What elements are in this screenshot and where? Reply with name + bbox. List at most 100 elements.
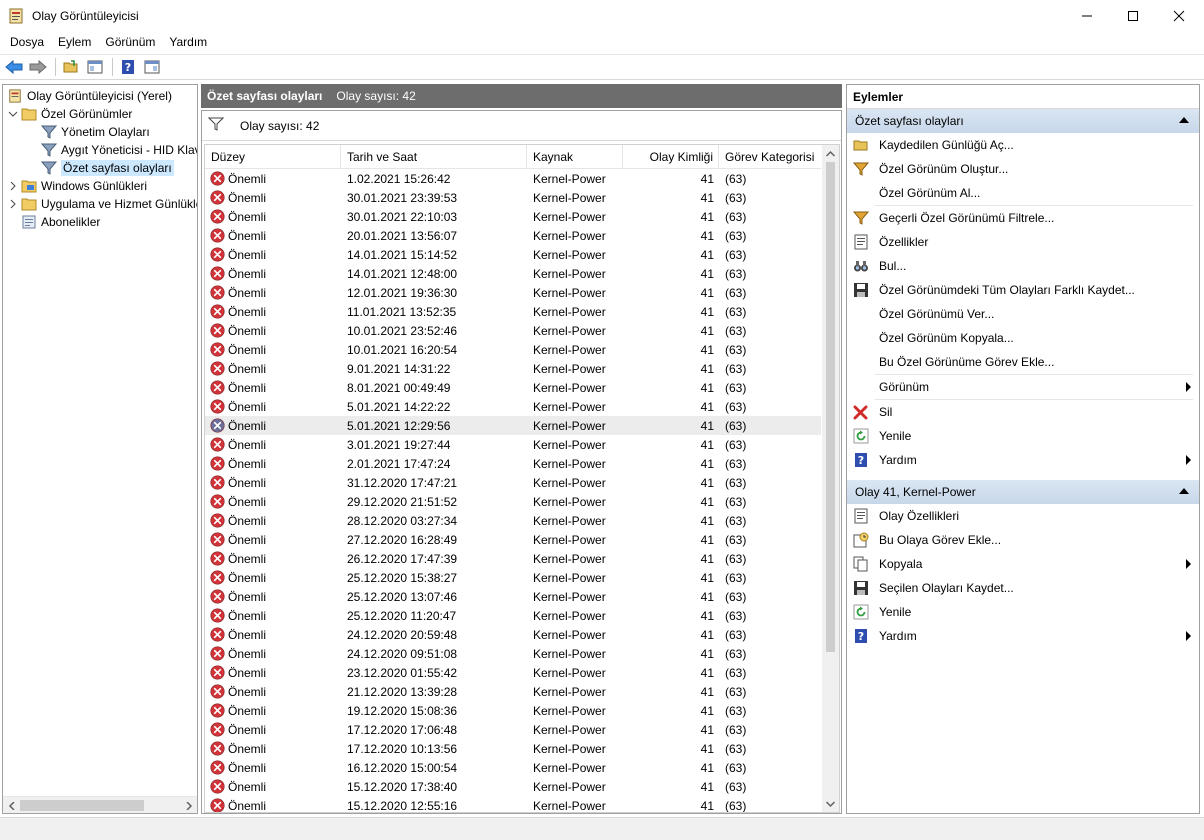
- column-header-level[interactable]: Düzey: [205, 145, 341, 169]
- tree-item-app-service-logs[interactable]: Uygulama ve Hizmet Günlükleri: [7, 195, 197, 213]
- action-ozel-gorunumu-ver[interactable]: Özel Görünümü Ver...: [847, 302, 1199, 326]
- chevron-right-icon[interactable]: [7, 198, 19, 210]
- table-row[interactable]: Önemli 23.12.2020 01:55:42 Kernel-Power 41 (…: [205, 663, 821, 682]
- action-bu-olaya-gorev-ekle[interactable]: Bu Olaya Görev Ekle...: [847, 528, 1199, 552]
- action-bul[interactable]: Bul...: [847, 254, 1199, 278]
- back-button[interactable]: [3, 56, 25, 78]
- table-row[interactable]: Önemli 30.01.2021 22:10:03 Kernel-Power 41 (…: [205, 207, 821, 226]
- action-label: Yardım: [879, 453, 917, 467]
- action-kaydedilen-gunlugu-ac[interactable]: Kaydedilen Günlüğü Aç...: [847, 133, 1199, 157]
- table-row[interactable]: Önemli 1.02.2021 15:26:42 Kernel-Power 41 (6…: [205, 169, 821, 188]
- table-row[interactable]: Önemli 30.01.2021 23:39:53 Kernel-Power 41 (…: [205, 188, 821, 207]
- action-kopyala[interactable]: Kopyala: [847, 552, 1199, 576]
- scroll-down-icon[interactable]: [822, 795, 839, 812]
- table-row[interactable]: Önemli 17.12.2020 17:06:48 Kernel-Power 41 (…: [205, 720, 821, 739]
- menu-help[interactable]: Yardım: [162, 32, 214, 53]
- chevron-right-icon[interactable]: [7, 180, 19, 192]
- scroll-right-icon[interactable]: [180, 797, 197, 813]
- maximize-button[interactable]: [1110, 0, 1156, 32]
- action-ozel-gorunum-al[interactable]: Özel Görünüm Al...: [847, 181, 1199, 205]
- collapse-icon[interactable]: [1179, 117, 1189, 123]
- table-row[interactable]: Önemli 25.12.2020 11:20:47 Kernel-Power 41 (…: [205, 606, 821, 625]
- action-yenile[interactable]: Yenile: [847, 600, 1199, 624]
- action-secilen-olaylari-kaydet[interactable]: Seçilen Olayları Kaydet...: [847, 576, 1199, 600]
- tree-item-admin-events[interactable]: Yönetim Olayları: [41, 123, 150, 141]
- action-yardim[interactable]: ? Yardım: [847, 448, 1199, 472]
- error-icon: [210, 418, 225, 433]
- close-button[interactable]: [1156, 0, 1202, 32]
- help-button[interactable]: ?: [117, 56, 139, 78]
- column-header-task-category[interactable]: Görev Kategorisi: [719, 145, 821, 169]
- console-tree-button[interactable]: [84, 56, 106, 78]
- tree-horizontal-scrollbar[interactable]: [3, 796, 197, 813]
- table-row[interactable]: Önemli 5.01.2021 12:29:56 Kernel-Power 41 (6…: [205, 416, 821, 435]
- cell-event-id: 41: [700, 209, 714, 224]
- table-row[interactable]: Önemli 15.12.2020 17:38:40 Kernel-Power 41 (…: [205, 777, 821, 796]
- table-row[interactable]: Önemli 9.01.2021 14:31:22 Kernel-Power 41 (6…: [205, 359, 821, 378]
- action-ozel-gorunum-kopyala[interactable]: Özel Görünüm Kopyala...: [847, 326, 1199, 350]
- action-section-header[interactable]: Olay 41, Kernel-Power: [847, 480, 1199, 504]
- table-row[interactable]: Önemli 24.12.2020 09:51:08 Kernel-Power 41 (…: [205, 644, 821, 663]
- action-gecerli-ozel-gorunumu-filtrele[interactable]: Geçerli Özel Görünümü Filtrele...: [847, 206, 1199, 230]
- menu-action[interactable]: Eylem: [51, 32, 98, 53]
- table-row[interactable]: Önemli 11.01.2021 13:52:35 Kernel-Power 41 (…: [205, 302, 821, 321]
- action-pane-button[interactable]: [141, 56, 163, 78]
- tree-item-windows-logs[interactable]: Windows Günlükleri: [7, 177, 147, 195]
- action-ozellikler[interactable]: Özellikler: [847, 230, 1199, 254]
- table-row[interactable]: Önemli 3.01.2021 19:27:44 Kernel-Power 41 (6…: [205, 435, 821, 454]
- table-row[interactable]: Önemli 29.12.2020 21:51:52 Kernel-Power 41 (…: [205, 492, 821, 511]
- table-row[interactable]: Önemli 28.12.2020 03:27:34 Kernel-Power 41 (…: [205, 511, 821, 530]
- scroll-left-icon[interactable]: [3, 797, 20, 813]
- open-folder-button[interactable]: [60, 56, 82, 78]
- tree-item-event-viewer-local[interactable]: Olay Görüntüleyicisi (Yerel): [7, 87, 172, 105]
- action-ozel-gorunum-olustur[interactable]: Özel Görünüm Oluştur...: [847, 157, 1199, 181]
- table-row[interactable]: Önemli 20.01.2021 13:56:07 Kernel-Power 41 (…: [205, 226, 821, 245]
- menu-file[interactable]: Dosya: [3, 32, 51, 53]
- table-row[interactable]: Önemli 16.12.2020 15:00:54 Kernel-Power 41 (…: [205, 758, 821, 777]
- grid-vertical-scrollbar[interactable]: [822, 145, 839, 812]
- tree-item-label: Olay Görüntüleyicisi (Yerel): [27, 89, 172, 103]
- minimize-button[interactable]: [1064, 0, 1110, 32]
- cell-date: 1.02.2021 15:26:42: [347, 171, 451, 186]
- column-header-source[interactable]: Kaynak: [527, 145, 623, 169]
- chevron-down-icon[interactable]: [7, 108, 19, 120]
- table-row[interactable]: Önemli 19.12.2020 15:08:36 Kernel-Power 41 (…: [205, 701, 821, 720]
- tree-item-subscriptions[interactable]: Abonelikler: [21, 213, 100, 231]
- tree-item-summary-page-events[interactable]: Özet sayfası olayları: [41, 159, 174, 177]
- table-row[interactable]: Önemli 2.01.2021 17:47:24 Kernel-Power 41 (6…: [205, 454, 821, 473]
- action-section-header[interactable]: Özet sayfası olayları: [847, 109, 1199, 133]
- table-row[interactable]: Önemli 21.12.2020 13:39:28 Kernel-Power 41 (…: [205, 682, 821, 701]
- tree-item-custom-views[interactable]: Özel Görünümler: [7, 105, 132, 123]
- table-row[interactable]: Önemli 31.12.2020 17:47:21 Kernel-Power 41 (…: [205, 473, 821, 492]
- scrollbar-thumb[interactable]: [20, 800, 144, 811]
- action-bu-ozel-gorunume-gorev-ekle[interactable]: Bu Özel Görünüme Görev Ekle...: [847, 350, 1199, 374]
- table-row[interactable]: Önemli 24.12.2020 20:59:48 Kernel-Power 41 (…: [205, 625, 821, 644]
- scrollbar-thumb[interactable]: [826, 162, 835, 652]
- table-row[interactable]: Önemli 25.12.2020 15:38:27 Kernel-Power 41 (…: [205, 568, 821, 587]
- action-yardim[interactable]: ? Yardım: [847, 624, 1199, 648]
- collapse-icon[interactable]: [1179, 488, 1189, 494]
- column-header-date[interactable]: Tarih ve Saat: [341, 145, 527, 169]
- action-sil[interactable]: Sil: [847, 400, 1199, 424]
- menu-view[interactable]: Görünüm: [98, 32, 162, 53]
- table-row[interactable]: Önemli 14.01.2021 15:14:52 Kernel-Power 41 (…: [205, 245, 821, 264]
- action-ozel-gorunumdeki-tum-olaylari-farkli-kaydet[interactable]: Özel Görünümdeki Tüm Olayları Farklı Kay…: [847, 278, 1199, 302]
- table-row[interactable]: Önemli 26.12.2020 17:47:39 Kernel-Power 41 (…: [205, 549, 821, 568]
- forward-button[interactable]: [27, 56, 49, 78]
- table-row[interactable]: Önemli 14.01.2021 12:48:00 Kernel-Power 41 (…: [205, 264, 821, 283]
- table-row[interactable]: Önemli 25.12.2020 13:07:46 Kernel-Power 41 (…: [205, 587, 821, 606]
- table-row[interactable]: Önemli 5.01.2021 14:22:22 Kernel-Power 41 (6…: [205, 397, 821, 416]
- action-olay-ozellikleri[interactable]: Olay Özellikleri: [847, 504, 1199, 528]
- action-gorunum[interactable]: Görünüm: [847, 375, 1199, 399]
- scroll-up-icon[interactable]: [822, 145, 839, 162]
- table-row[interactable]: Önemli 12.01.2021 19:36:30 Kernel-Power 41 (…: [205, 283, 821, 302]
- table-row[interactable]: Önemli 27.12.2020 16:28:49 Kernel-Power 41 (…: [205, 530, 821, 549]
- column-header-event-id[interactable]: Olay Kimliği: [623, 145, 719, 169]
- tree-item-device-manager-hid[interactable]: Aygıt Yöneticisi - HID Klavye Aygıtı: [41, 141, 197, 159]
- table-row[interactable]: Önemli 15.12.2020 12:55:16 Kernel-Power 41 (…: [205, 796, 821, 812]
- table-row[interactable]: Önemli 10.01.2021 23:52:46 Kernel-Power 41 (…: [205, 321, 821, 340]
- table-row[interactable]: Önemli 10.01.2021 16:20:54 Kernel-Power 41 (…: [205, 340, 821, 359]
- table-row[interactable]: Önemli 8.01.2021 00:49:49 Kernel-Power 41 (6…: [205, 378, 821, 397]
- table-row[interactable]: Önemli 17.12.2020 10:13:56 Kernel-Power 41 (…: [205, 739, 821, 758]
- action-yenile[interactable]: Yenile: [847, 424, 1199, 448]
